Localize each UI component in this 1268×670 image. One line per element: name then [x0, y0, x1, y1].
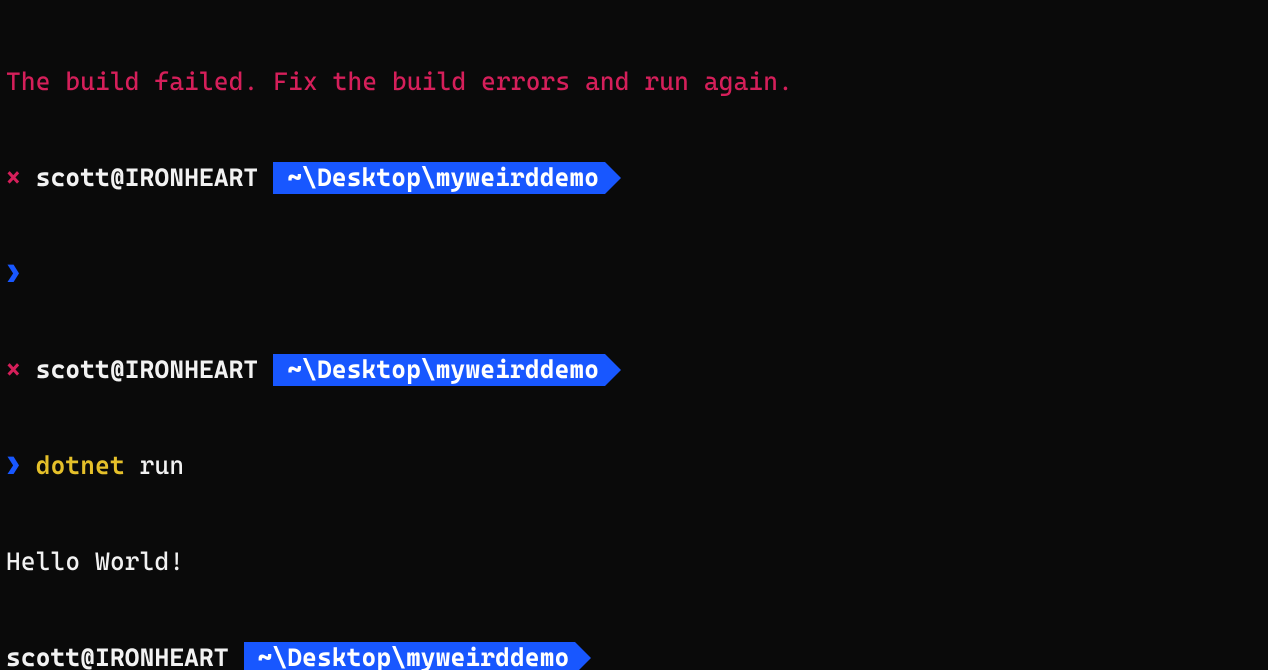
user-host-text: scott@IRONHEART [36, 355, 259, 384]
command-args: run [125, 451, 184, 480]
terminal-viewport[interactable]: The build failed. Fix the build errors a… [0, 0, 1268, 670]
prompt-line-3: scott@IRONHEART ~\Desktop\myweirddemo [6, 642, 1262, 670]
prompt-continuation-1: ❯ [6, 258, 1262, 290]
path-segment: ~\Desktop\myweirddemo [244, 642, 576, 670]
output-hello: Hello World! [6, 546, 1262, 578]
prompt-arrow-icon: ❯ [6, 259, 21, 288]
prompt-line-1: × scott@IRONHEART ~\Desktop\myweirddemo [6, 162, 1262, 194]
command-line-1: ❯ dotnet run [6, 450, 1262, 482]
path-segment: ~\Desktop\myweirddemo [273, 354, 605, 386]
prompt-arrow-icon: ❯ [6, 451, 21, 480]
user-host-text: scott@IRONHEART [36, 163, 259, 192]
prompt-line-2: × scott@IRONHEART ~\Desktop\myweirddemo [6, 354, 1262, 386]
fail-status-icon: × [6, 163, 21, 192]
path-segment: ~\Desktop\myweirddemo [273, 162, 605, 194]
fail-status-icon: × [6, 355, 21, 384]
user-host-text: scott@IRONHEART [6, 643, 229, 670]
user-host [21, 163, 36, 192]
build-error-message: The build failed. Fix the build errors a… [6, 66, 1262, 98]
command-tool: dotnet [36, 451, 125, 480]
